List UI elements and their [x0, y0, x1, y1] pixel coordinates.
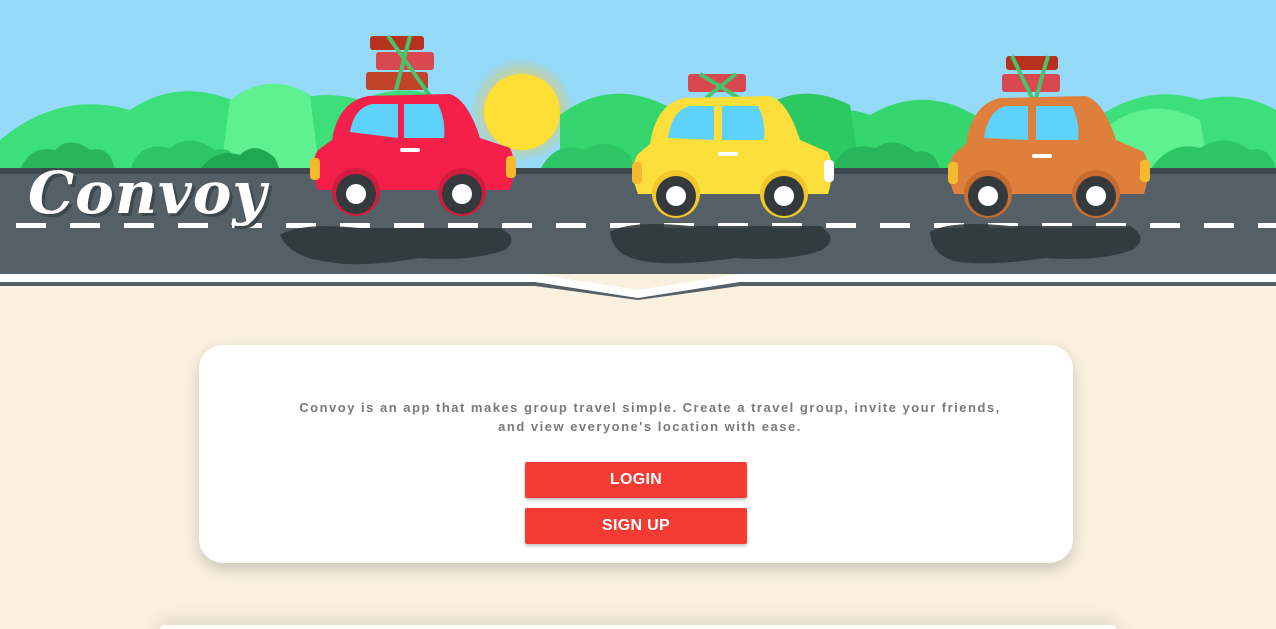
lane-dash — [502, 223, 532, 228]
lane-dash — [880, 223, 910, 228]
login-button[interactable]: LOGIN — [525, 462, 747, 498]
lane-dash — [1150, 223, 1180, 228]
lane-dash — [1204, 223, 1234, 228]
lane-dash — [826, 223, 856, 228]
hero-banner: Convoy — [0, 0, 1276, 300]
landing-page: Convoy Convoy is an app that makes group… — [0, 0, 1276, 629]
road-trip-illustration — [0, 0, 1276, 300]
lane-dash — [556, 223, 586, 228]
signup-button[interactable]: SIGN UP — [525, 508, 747, 544]
lane-dash — [448, 223, 478, 228]
car-shadows — [280, 224, 1141, 265]
lane-dash — [1258, 223, 1276, 228]
app-description: Convoy is an app that makes group travel… — [299, 400, 1001, 434]
lane-dash — [394, 223, 424, 228]
bottom-panel — [160, 625, 1116, 629]
intro-card: Convoy is an app that makes group travel… — [199, 345, 1073, 563]
app-logo: Convoy — [28, 159, 268, 227]
